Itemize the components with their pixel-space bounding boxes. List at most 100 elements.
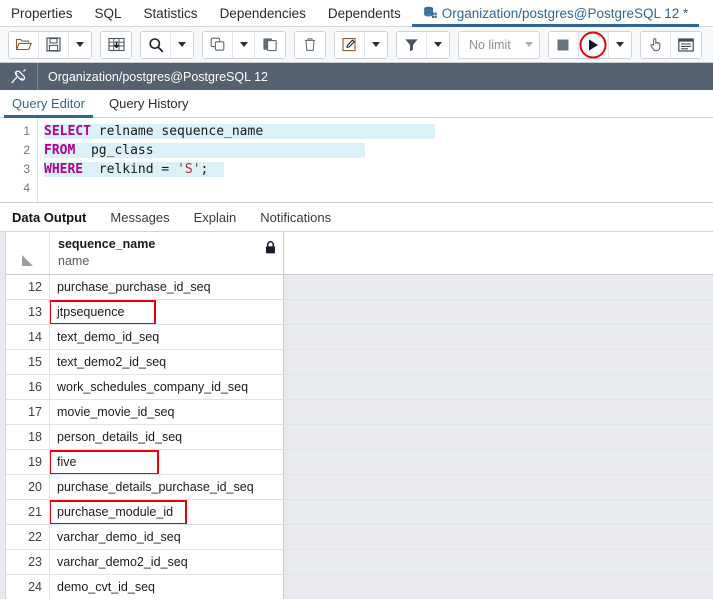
stop-query-button[interactable] [548, 31, 579, 58]
object-tab-dependencies[interactable]: Dependencies [209, 0, 317, 26]
paste-button[interactable] [255, 31, 285, 58]
row-number-cell[interactable]: 18 [6, 425, 50, 449]
table-row[interactable]: 19 five [6, 450, 713, 475]
table-row[interactable]: 20 purchase_details_purchase_id_seq [6, 475, 713, 500]
sequence-name-cell[interactable]: jtpsequence [50, 300, 284, 324]
object-tab-sql[interactable]: SQL [84, 0, 133, 26]
table-row[interactable]: 18 person_details_id_seq [6, 425, 713, 450]
cell-text: work_schedules_company_id_seq [57, 380, 249, 394]
row-limit-select[interactable]: No limit [459, 32, 539, 58]
table-row[interactable]: 13 jtpsequence [6, 300, 713, 325]
row-number-cell[interactable]: 14 [6, 325, 50, 349]
delete-row-button[interactable] [295, 31, 325, 58]
table-row[interactable]: 14 text_demo_id_seq [6, 325, 713, 350]
row-number-cell[interactable]: 20 [6, 475, 50, 499]
execute-query-button[interactable] [578, 31, 609, 58]
editor-tab-bar: Query Editor Query History [0, 90, 713, 118]
row-number-cell[interactable]: 24 [6, 575, 50, 599]
open-folder-icon [15, 37, 32, 52]
filter-button[interactable] [397, 31, 427, 58]
panel-list-icon [677, 37, 694, 52]
table-row[interactable]: 16 work_schedules_company_id_seq [6, 375, 713, 400]
open-file-button[interactable] [9, 31, 39, 58]
sequence-name-cell[interactable]: varchar_demo_id_seq [50, 525, 284, 549]
row-filler [284, 375, 713, 399]
output-tab-data-output[interactable]: Data Output [0, 203, 98, 231]
grid-column-header-sequence-name[interactable]: sequence_name name [50, 232, 284, 274]
row-number-cell[interactable]: 17 [6, 400, 50, 424]
table-row[interactable]: 22 varchar_demo_id_seq [6, 525, 713, 550]
sql-code-area[interactable]: SELECT relname sequence_name FROM pg_cla… [38, 118, 713, 202]
table-row[interactable]: 17 movie_movie_id_seq [6, 400, 713, 425]
edit-grid-button[interactable] [101, 31, 131, 58]
sql-selection-tail [153, 143, 365, 158]
copy-button[interactable] [203, 31, 233, 58]
panel-toggle-button[interactable] [670, 31, 701, 58]
output-tab-explain[interactable]: Explain [182, 203, 249, 231]
sequence-name-cell[interactable]: movie_movie_id_seq [50, 400, 284, 424]
sequence-name-cell[interactable]: work_schedules_company_id_seq [50, 375, 284, 399]
row-limit-label: No limit [469, 37, 511, 52]
copy-options-caret[interactable] [233, 31, 255, 58]
row-number-cell[interactable]: 21 [6, 500, 50, 524]
sql-query-editor[interactable]: 1 2 3 4 SELECT relname sequence_name FROM p… [0, 118, 713, 203]
object-tab-statistics[interactable]: Statistics [133, 0, 209, 26]
connection-status-bar: Organization/postgres@PostgreSQL 12 [0, 63, 713, 90]
row-filler [284, 450, 713, 474]
output-tab-notifications[interactable]: Notifications [248, 203, 343, 231]
row-number-cell[interactable]: 13 [6, 300, 50, 324]
toolbar-group-filter [396, 30, 450, 59]
grid-corner-cell[interactable] [6, 232, 50, 274]
sql-line[interactable]: WHERE relkind = 'S'; [44, 160, 713, 179]
sequence-name-cell[interactable]: varchar_demo2_id_seq [50, 550, 284, 574]
sql-line[interactable]: FROM pg_class [44, 141, 713, 160]
row-number-cell[interactable]: 15 [6, 350, 50, 374]
copy-icon [210, 37, 226, 52]
sql-line[interactable] [44, 179, 713, 198]
sql-selection-tail [263, 124, 436, 139]
table-row[interactable]: 24 demo_cvt_id_seq [6, 575, 713, 599]
row-filler [284, 300, 713, 324]
sequence-name-cell[interactable]: purchase_module_id [50, 500, 284, 524]
object-tab-organization-postgres-postgresql-12[interactable]: Organization/postgres@PostgreSQL 12 * [411, 0, 700, 27]
sql-selection-tail [208, 162, 225, 177]
object-tab-properties[interactable]: Properties [0, 0, 84, 26]
cell-text: person_details_id_seq [57, 430, 183, 444]
output-tab-messages[interactable]: Messages [98, 203, 181, 231]
execute-options-caret[interactable] [608, 31, 631, 58]
row-number-cell[interactable]: 12 [6, 275, 50, 299]
plug-connected-icon [0, 63, 38, 90]
row-number-cell[interactable]: 19 [6, 450, 50, 474]
table-row[interactable]: 15 text_demo2_id_seq [6, 350, 713, 375]
sql-line[interactable]: SELECT relname sequence_name [44, 122, 713, 141]
table-row[interactable]: 12 purchase_purchase_id_seq [6, 275, 713, 300]
table-row[interactable]: 21 purchase_module_id [6, 500, 713, 525]
sequence-name-cell[interactable]: text_demo_id_seq [50, 325, 284, 349]
save-file-button[interactable] [39, 31, 69, 58]
sequence-name-cell[interactable]: person_details_id_seq [50, 425, 284, 449]
sequence-name-cell[interactable]: purchase_details_purchase_id_seq [50, 475, 284, 499]
trash-icon [303, 37, 317, 52]
table-row[interactable]: 23 varchar_demo2_id_seq [6, 550, 713, 575]
filter-options-caret[interactable] [427, 31, 449, 58]
edit-button[interactable] [335, 31, 365, 58]
editor-tab-query-editor[interactable]: Query Editor [0, 90, 97, 118]
sequence-name-cell[interactable]: demo_cvt_id_seq [50, 575, 284, 599]
sequence-name-cell[interactable]: text_demo2_id_seq [50, 350, 284, 374]
edit-options-caret[interactable] [365, 31, 387, 58]
row-number-cell[interactable]: 22 [6, 525, 50, 549]
find-button[interactable] [141, 31, 171, 58]
select-all-triangle-icon [22, 255, 33, 266]
macros-button[interactable] [640, 31, 671, 58]
find-options-caret[interactable] [171, 31, 193, 58]
cell-text: text_demo2_id_seq [57, 355, 167, 369]
sequence-name-cell[interactable]: purchase_purchase_id_seq [50, 275, 284, 299]
toolbar-group-delete [294, 30, 326, 59]
save-options-caret[interactable] [69, 31, 91, 58]
row-number-cell[interactable]: 16 [6, 375, 50, 399]
sequence-name-cell[interactable]: five [50, 450, 284, 474]
object-tab-dependents[interactable]: Dependents [317, 0, 412, 26]
editor-tab-query-history[interactable]: Query History [97, 90, 200, 117]
row-number-cell[interactable]: 23 [6, 550, 50, 574]
sql-token-kw: WHERE [44, 162, 84, 177]
